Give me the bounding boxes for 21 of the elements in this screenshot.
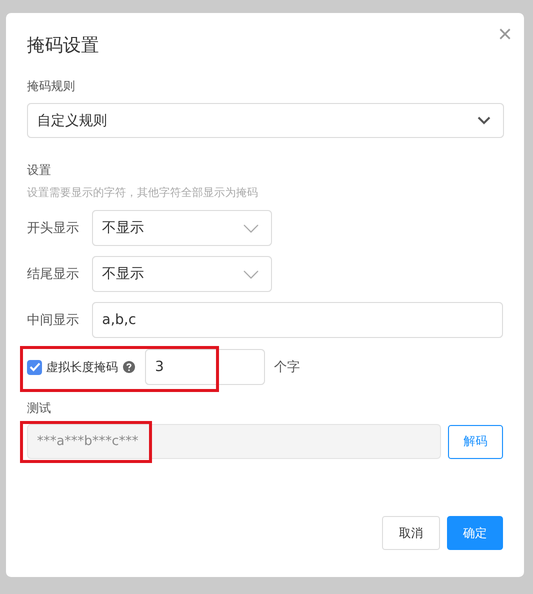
field-label: 开头显示 xyxy=(27,220,80,237)
chevron-down-icon xyxy=(477,116,491,125)
select-field[interactable]: 不显示 xyxy=(92,256,272,292)
hint-text: 设置需要显示的字符，其他字符全部显示为掩码 xyxy=(27,185,259,200)
select-field[interactable]: 不显示 xyxy=(92,210,272,246)
help-icon[interactable] xyxy=(123,361,135,373)
field-label: 测试 xyxy=(27,400,52,417)
chevron-down-icon xyxy=(243,224,259,232)
field-label: 掩码规则 xyxy=(27,78,76,95)
checkbox-label: 虚拟长度掩码 xyxy=(46,358,118,376)
field-label: 中间显示 xyxy=(27,312,80,329)
input-field[interactable]: a,b,c xyxy=(92,302,503,338)
chevron-down-icon xyxy=(243,270,259,278)
field-label: 结尾显示 xyxy=(27,266,80,283)
number-field[interactable]: 3 xyxy=(145,349,265,385)
checkbox[interactable] xyxy=(27,360,42,374)
rule-select[interactable]: 自定义规则 xyxy=(27,103,504,138)
section-heading: 设置 xyxy=(27,162,52,179)
unit-label: 个字 xyxy=(274,359,300,376)
cancel-button[interactable]: 取消 xyxy=(382,516,440,550)
dialog-title: 掩码设置 xyxy=(27,35,99,56)
